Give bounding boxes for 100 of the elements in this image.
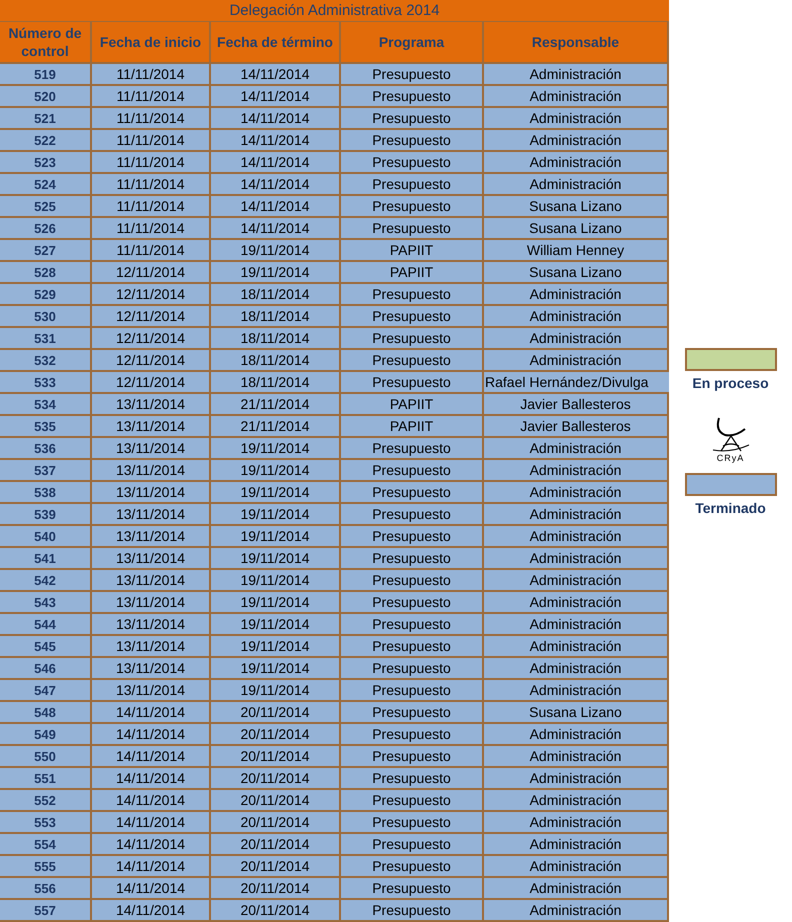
column-header: Fecha de inicio <box>92 22 211 64</box>
table-cell: Administración <box>484 592 669 614</box>
table-cell: Administración <box>484 152 669 174</box>
table-cell: PAPIIT <box>341 240 484 262</box>
table-cell: Javier Ballesteros <box>484 416 669 438</box>
table-cell: 19/11/2014 <box>211 460 341 482</box>
table-cell: 19/11/2014 <box>211 438 341 460</box>
column-header: Responsable <box>484 22 669 64</box>
table-cell: 13/11/2014 <box>92 658 211 680</box>
table-cell: Administración <box>484 746 669 768</box>
table-cell: 524 <box>0 174 92 196</box>
table-cell: Administración <box>484 548 669 570</box>
table-cell: PAPIIT <box>341 262 484 284</box>
table-cell: 11/11/2014 <box>92 108 211 130</box>
table-cell: Administración <box>484 812 669 834</box>
table-cell: 11/11/2014 <box>92 174 211 196</box>
table-cell: 19/11/2014 <box>211 482 341 504</box>
table-cell: 19/11/2014 <box>211 636 341 658</box>
table-cell: 13/11/2014 <box>92 680 211 702</box>
table-cell: Javier Ballesteros <box>484 394 669 416</box>
table-cell: 522 <box>0 130 92 152</box>
table-cell: Administración <box>484 680 669 702</box>
table-cell: Presupuesto <box>341 856 484 878</box>
table-cell: Administración <box>484 636 669 658</box>
table-cell: 11/11/2014 <box>92 218 211 240</box>
table-cell: Administración <box>484 284 669 306</box>
table-cell: Presupuesto <box>341 482 484 504</box>
table-cell: 19/11/2014 <box>211 548 341 570</box>
table-cell: 12/11/2014 <box>92 306 211 328</box>
table-cell: 11/11/2014 <box>92 86 211 108</box>
table-cell: Administración <box>484 504 669 526</box>
table-cell: 19/11/2014 <box>211 504 341 526</box>
table-cell: 548 <box>0 702 92 724</box>
table-cell: Rafael Hernández/Divulga <box>484 374 648 390</box>
table-cell: 528 <box>0 262 92 284</box>
legend-label: Terminado <box>695 500 766 516</box>
table-cell: 553 <box>0 812 92 834</box>
table-cell: 547 <box>0 680 92 702</box>
table-cell: 20/11/2014 <box>211 790 341 812</box>
table-cell: 14/11/2014 <box>211 196 341 218</box>
table-cell: Presupuesto <box>341 878 484 900</box>
table-cell: Presupuesto <box>341 768 484 790</box>
table-cell: 14/11/2014 <box>92 768 211 790</box>
table-cell: Presupuesto <box>341 372 484 394</box>
table-cell: 19/11/2014 <box>211 680 341 702</box>
table-cell: Administración <box>484 900 669 922</box>
table-cell: 18/11/2014 <box>211 306 341 328</box>
table-cell: Presupuesto <box>341 548 484 570</box>
table-cell: 542 <box>0 570 92 592</box>
table-cell: 14/11/2014 <box>92 834 211 856</box>
table-cell: 13/11/2014 <box>92 526 211 548</box>
table-cell: 20/11/2014 <box>211 856 341 878</box>
table-cell: 540 <box>0 526 92 548</box>
table-cell: 11/11/2014 <box>92 196 211 218</box>
table-cell: 526 <box>0 218 92 240</box>
table-cell: 14/11/2014 <box>211 218 341 240</box>
table-cell: Presupuesto <box>341 900 484 922</box>
table-cell: 11/11/2014 <box>92 130 211 152</box>
table-cell: Administración <box>484 658 669 680</box>
table-cell: 534 <box>0 394 92 416</box>
table-cell: Presupuesto <box>341 570 484 592</box>
table-cell: 11/11/2014 <box>92 152 211 174</box>
table-cell: Presupuesto <box>341 614 484 636</box>
table-cell: Administración <box>484 350 669 372</box>
table-cell: 13/11/2014 <box>92 394 211 416</box>
table-cell: Presupuesto <box>341 790 484 812</box>
table-cell: Administración <box>484 306 669 328</box>
table-cell: 541 <box>0 548 92 570</box>
table-cell: 14/11/2014 <box>211 152 341 174</box>
table-cell: 13/11/2014 <box>92 636 211 658</box>
table-cell: 13/11/2014 <box>92 614 211 636</box>
table-cell: Presupuesto <box>341 218 484 240</box>
table-cell: 11/11/2014 <box>92 64 211 86</box>
table-cell: Presupuesto <box>341 658 484 680</box>
table-cell: Administración <box>484 768 669 790</box>
table-cell: 18/11/2014 <box>211 284 341 306</box>
table-cell: 523 <box>0 152 92 174</box>
table-cell: 20/11/2014 <box>211 746 341 768</box>
table-cell: 530 <box>0 306 92 328</box>
logo-text: CRyA <box>716 453 744 463</box>
table-cell: 21/11/2014 <box>211 416 341 438</box>
table-cell: Administración <box>484 64 669 86</box>
table-cell: Administración <box>484 834 669 856</box>
table-cell: Presupuesto <box>341 306 484 328</box>
table-cell: 539 <box>0 504 92 526</box>
table-cell: 12/11/2014 <box>92 372 211 394</box>
table-cell: 550 <box>0 746 92 768</box>
table-cell: Presupuesto <box>341 350 484 372</box>
table-cell: Administración <box>484 482 669 504</box>
table-cell: 533 <box>0 372 92 394</box>
table-cell: Administración <box>484 108 669 130</box>
table-cell: PAPIIT <box>341 394 484 416</box>
legend-label: En proceso <box>692 375 769 391</box>
table-cell: 12/11/2014 <box>92 350 211 372</box>
table-cell: 14/11/2014 <box>211 108 341 130</box>
table-cell: Presupuesto <box>341 64 484 86</box>
table-cell: Administración <box>484 438 669 460</box>
table-cell: 549 <box>0 724 92 746</box>
table-cell: 525 <box>0 196 92 218</box>
table-cell: 546 <box>0 658 92 680</box>
